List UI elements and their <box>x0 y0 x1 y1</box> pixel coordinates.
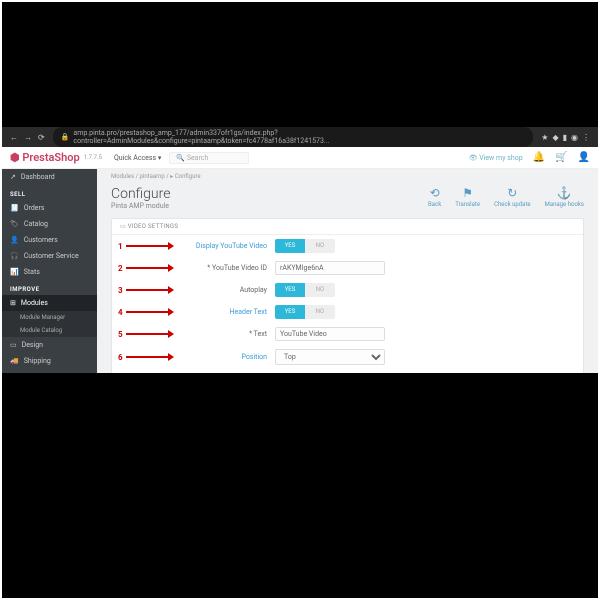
ext-icon[interactable]: ◉ <box>571 133 578 142</box>
text-input[interactable] <box>275 261 385 275</box>
lock-icon: 🔒 <box>61 133 70 141</box>
sidebar-sub-module-catalog[interactable]: Module Catalog <box>2 324 97 337</box>
forward-icon[interactable]: → <box>24 133 32 142</box>
sidebar-item-payment[interactable]: 💳 Payment <box>2 369 97 373</box>
main-content: Modules / pintaamp / ▸ Configure Configu… <box>97 147 598 373</box>
search-input[interactable]: 🔍 Search <box>169 152 249 164</box>
toggle[interactable]: YESNO <box>275 283 335 297</box>
setting-row: 3AutoplayYESNO <box>112 279 583 301</box>
setting-row: 7Display Dailymotion VideoYESNO <box>112 369 583 373</box>
action-back[interactable]: ⟲Back <box>428 186 441 208</box>
setting-row: 6PositionTop <box>112 345 583 369</box>
annotation-arrow <box>126 308 174 316</box>
annotation-number: 5 <box>118 330 123 339</box>
sidebar-section-improve: IMPROVE <box>2 280 97 295</box>
sidebar-item-customers[interactable]: 👤 Customers <box>2 232 97 248</box>
page-title: Configure <box>111 186 170 202</box>
breadcrumb: Modules / pintaamp / ▸ Configure <box>97 169 598 184</box>
notifications-icon[interactable]: 🔔 <box>533 152 545 163</box>
setting-row: 2* YouTube Video ID <box>112 257 583 279</box>
cart-icon[interactable]: 🛒 <box>555 152 567 163</box>
browser-chrome: ← → ⟳ 🔒 amp.pinta.pro/prestashop_amp_177… <box>2 127 598 147</box>
page-subtitle: Pinta AMP module <box>111 202 170 210</box>
sidebar-item-modules[interactable]: ⊞ Modules <box>2 295 97 311</box>
text-input[interactable] <box>275 327 385 341</box>
annotation-arrow <box>126 353 174 361</box>
settings-panel: ▭ VIDEO SETTINGS 1Display YouTube VideoY… <box>111 218 584 373</box>
annotation-arrow <box>126 264 174 272</box>
annotation-arrow <box>126 330 174 338</box>
letterbox-bottom <box>2 373 598 599</box>
sidebar-item-customer-service[interactable]: 🎧 Customer Service <box>2 248 97 264</box>
annotation-number: 1 <box>118 242 123 251</box>
setting-row: 5* Text <box>112 323 583 345</box>
sidebar-item-dashboard[interactable]: ↗ Dashboard <box>2 169 97 185</box>
panel-title: ▭ VIDEO SETTINGS <box>112 219 583 235</box>
select-input[interactable]: Top <box>275 349 385 365</box>
top-bar: ⬢ PrestaShop 1.7.7.5 Quick Access ▾ 🔍 Se… <box>2 147 598 169</box>
sidebar-item-shipping[interactable]: 🚚 Shipping <box>2 353 97 369</box>
sidebar-item-catalog[interactable]: 🏷 Catalog <box>2 216 97 232</box>
action-translate[interactable]: ⚑Translate <box>455 186 480 208</box>
letterbox-top <box>2 2 598 127</box>
reload-icon[interactable]: ⟳ <box>38 133 45 142</box>
ext-icon[interactable]: ◆ <box>552 133 558 142</box>
setting-row: 4Header TextYESNO <box>112 301 583 323</box>
sidebar-item-orders[interactable]: 🧾 Orders <box>2 200 97 216</box>
url-text: amp.pinta.pro/prestashop_amp_177/admin33… <box>73 129 525 145</box>
avatar[interactable]: 👤 <box>578 152 590 163</box>
logo: ⬢ PrestaShop <box>10 151 80 164</box>
toggle[interactable]: YESNO <box>275 239 335 253</box>
action-check-update[interactable]: ↻Check update <box>494 186 531 208</box>
ext-icon[interactable]: ⋮ <box>582 133 590 142</box>
annotation-number: 3 <box>118 286 123 295</box>
sidebar-sub-module-manager[interactable]: Module Manager <box>2 311 97 324</box>
version: 1.7.7.5 <box>84 154 102 161</box>
ext-icon[interactable]: ★ <box>541 133 548 142</box>
back-icon[interactable]: ← <box>10 133 18 142</box>
annotation-number: 4 <box>118 308 123 317</box>
setting-row: 1Display YouTube VideoYESNO <box>112 235 583 257</box>
annotation-number: 6 <box>118 353 123 362</box>
view-shop-link[interactable]: 👁 View my shop <box>469 154 523 162</box>
sidebar: ↗ Dashboard SELL 🧾 Orders 🏷 Catalog 👤 Cu… <box>2 147 97 373</box>
annotation-arrow <box>126 286 174 294</box>
sidebar-item-design[interactable]: ▭ Design <box>2 337 97 353</box>
toggle[interactable]: YESNO <box>275 305 335 319</box>
annotation-arrow <box>126 242 174 250</box>
annotation-number: 2 <box>118 264 123 273</box>
sidebar-section-sell: SELL <box>2 185 97 200</box>
action-manage-hooks[interactable]: ⚓Manage hooks <box>545 186 584 208</box>
url-bar[interactable]: 🔒 amp.pinta.pro/prestashop_amp_177/admin… <box>53 127 534 147</box>
sidebar-item-stats[interactable]: 📊 Stats <box>2 264 97 280</box>
ext-icon[interactable]: ▮ <box>563 133 567 142</box>
quick-access[interactable]: Quick Access ▾ <box>114 154 161 162</box>
